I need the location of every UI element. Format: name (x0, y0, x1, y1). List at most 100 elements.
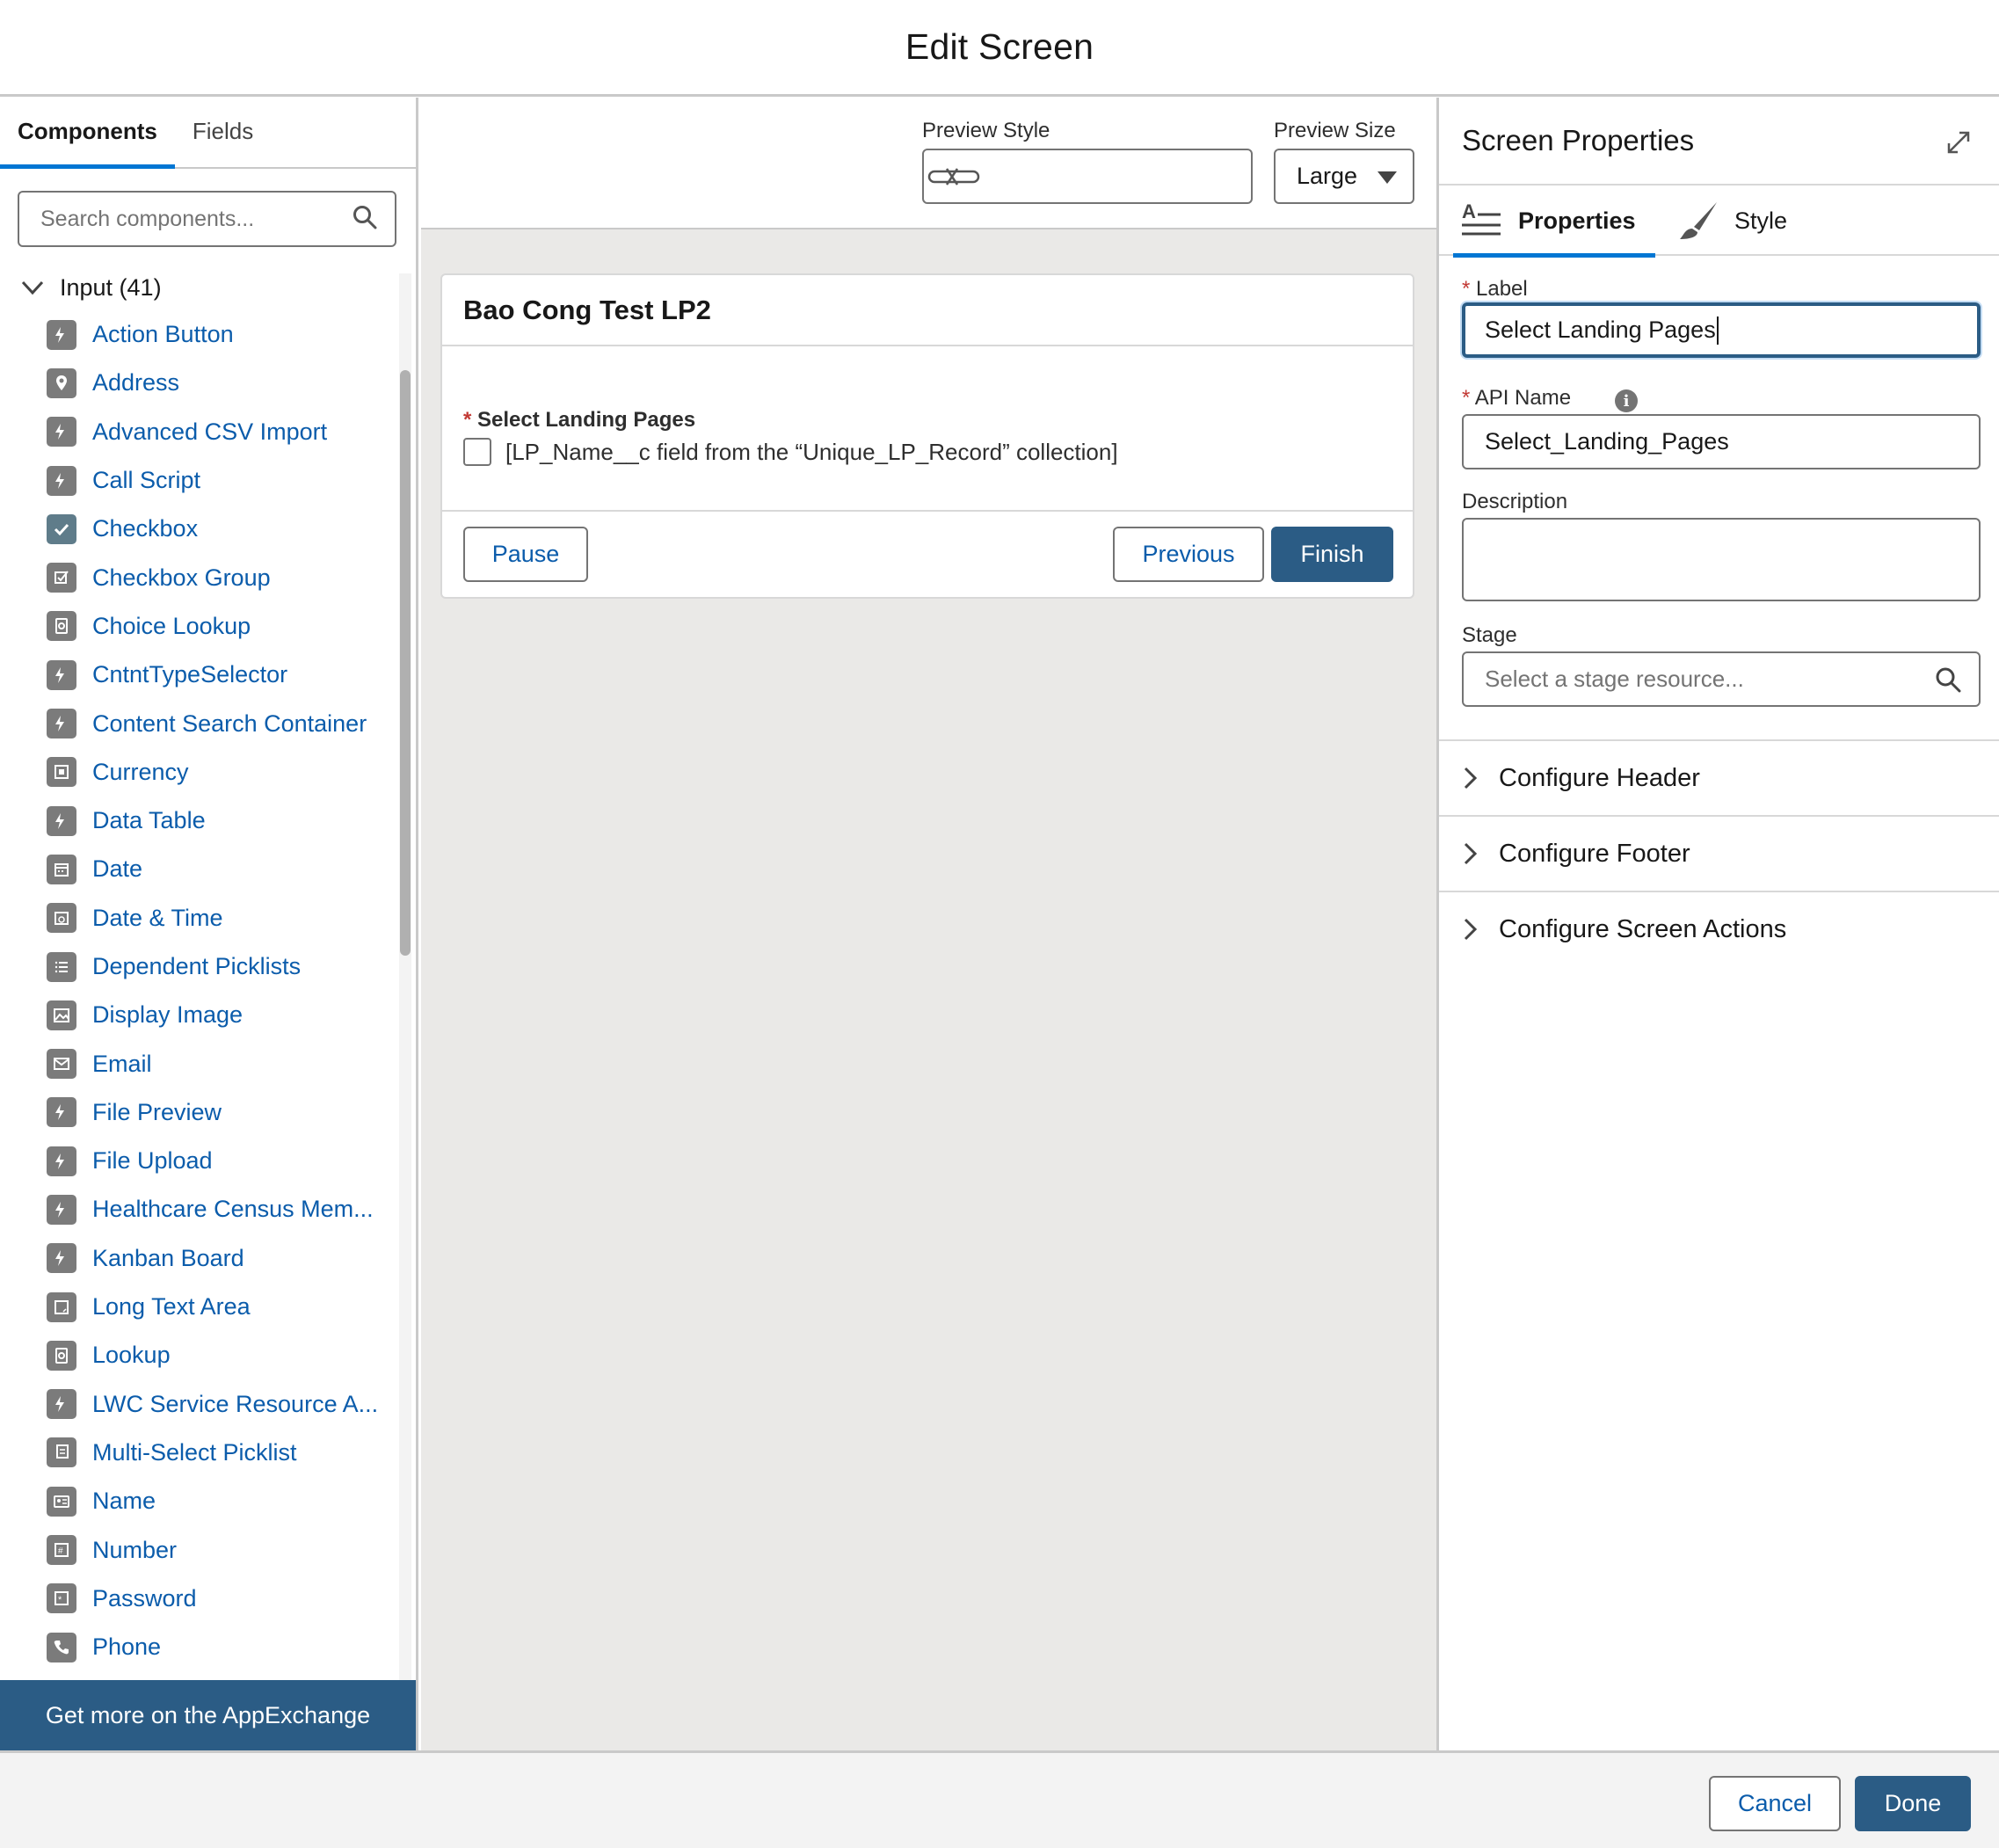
bolt-icon (47, 1243, 76, 1274)
image-icon (47, 1000, 76, 1030)
component-item-label: Choice Lookup (92, 612, 251, 639)
email-icon (47, 1049, 76, 1080)
component-item-label: Kanban Board (92, 1244, 244, 1271)
component-item[interactable]: Choice Lookup (0, 602, 396, 651)
scrollbar[interactable] (399, 273, 411, 1742)
finish-button[interactable]: Finish (1271, 527, 1393, 582)
component-item[interactable]: Date (0, 845, 396, 893)
component-item[interactable]: # Number (0, 1525, 396, 1574)
component-item[interactable]: Address (0, 359, 396, 407)
component-item[interactable]: Action Button (0, 310, 396, 359)
api-name-input[interactable]: Select_Landing_Pages (1462, 414, 1981, 469)
properties-icon: A (1462, 200, 1501, 236)
previous-button[interactable]: Previous (1113, 527, 1264, 582)
description-textarea[interactable] (1462, 518, 1981, 601)
component-item[interactable]: Healthcare Census Mem... (0, 1185, 396, 1233)
section-configure-header[interactable]: Configure Header (1439, 739, 1999, 815)
component-item[interactable]: Content Search Container (0, 699, 396, 747)
expand-icon[interactable] (1944, 127, 1974, 157)
preview-size-select[interactable]: Large (1274, 149, 1414, 204)
text-cursor (1716, 316, 1719, 345)
component-item[interactable]: Email (0, 1039, 396, 1088)
preview-style-icon (927, 167, 980, 186)
cancel-button[interactable]: Cancel (1709, 1776, 1841, 1831)
component-item-label: Content Search Container (92, 709, 367, 737)
calendar-icon (47, 854, 76, 884)
label-input[interactable]: Select Landing Pages (1462, 302, 1981, 358)
component-item-label: Healthcare Census Mem... (92, 1196, 374, 1223)
group-input-toggle[interactable]: Input (41) (0, 265, 396, 310)
tab-fields[interactable]: Fields (175, 98, 271, 167)
component-item[interactable]: Multi-Select Picklist (0, 1429, 396, 1477)
component-item[interactable]: Checkbox Group (0, 553, 396, 601)
chevron-down-icon (21, 280, 44, 295)
component-item[interactable]: Lookup (0, 1331, 396, 1379)
datetime-icon (47, 903, 76, 934)
component-item[interactable]: Phone (0, 1623, 396, 1671)
section-configure-footer[interactable]: Configure Footer (1439, 815, 1999, 891)
scrollbar-thumb[interactable] (400, 370, 411, 956)
checkbox-group-label: * Select Landing Pages (463, 408, 695, 433)
component-item-label: Display Image (92, 1001, 244, 1029)
component-item[interactable]: Dependent Picklists (0, 942, 396, 991)
svg-text:#: # (58, 1546, 63, 1556)
component-item[interactable]: Date & Time (0, 894, 396, 942)
info-icon[interactable]: i (1615, 389, 1638, 412)
lookup-icon (47, 1340, 76, 1371)
tab-style[interactable]: Style (1678, 186, 1787, 256)
tab-properties[interactable]: A Properties (1453, 186, 1655, 258)
component-item[interactable]: Call Script (0, 456, 396, 505)
check-icon (47, 513, 76, 544)
description-field-label: Description (1462, 490, 1568, 513)
preview-style-select[interactable] (922, 149, 1253, 204)
component-item[interactable]: Currency (0, 748, 396, 797)
bolt-icon (47, 659, 76, 690)
component-item[interactable]: Long Text Area (0, 1283, 396, 1331)
chevron-right-icon (1464, 918, 1478, 941)
checkbox-option[interactable]: [LP_Name__c field from the “Unique_LP_Re… (463, 438, 1118, 466)
component-item-label: Long Text Area (92, 1293, 251, 1321)
component-item[interactable]: Advanced CSV Import (0, 408, 396, 456)
screen-canvas: Preview Style Preview Size Large Bao Con… (421, 98, 1436, 1750)
component-item[interactable]: Data Table (0, 797, 396, 845)
component-item[interactable]: Display Image (0, 991, 396, 1039)
section-configure-screen-actions[interactable]: Configure Screen Actions (1439, 891, 1999, 966)
appexchange-link[interactable]: Get more on the AppExchange (0, 1680, 416, 1750)
component-item-label: File Upload (92, 1147, 213, 1175)
component-item[interactable]: File Preview (0, 1088, 396, 1137)
screen-preview-card[interactable]: Bao Cong Test LP2 * Select Landing Pages… (440, 273, 1414, 599)
stage-search-input[interactable]: Select a stage resource... (1462, 651, 1981, 707)
component-item-label: Currency (92, 758, 189, 785)
screen-properties-panel: Screen Properties A Properties Style * L… (1436, 98, 1999, 1750)
component-item[interactable]: CntntTypeSelector (0, 651, 396, 699)
section-configure-header-label: Configure Header (1499, 763, 1700, 792)
pause-button[interactable]: Pause (463, 527, 588, 582)
password-icon: * (47, 1583, 76, 1614)
modal-header: Edit Screen (0, 0, 1999, 97)
component-item[interactable]: * Password (0, 1575, 396, 1623)
properties-tabs: A Properties Style (1439, 184, 1999, 258)
panel-title: Screen Properties (1462, 124, 1695, 156)
search-components-input[interactable]: Search components... (18, 191, 396, 247)
component-item[interactable]: Checkbox (0, 505, 396, 553)
bolt-icon (47, 1097, 76, 1128)
required-marker: * (1462, 277, 1471, 301)
component-item-label: Action Button (92, 321, 234, 348)
component-item[interactable]: File Upload (0, 1137, 396, 1185)
bolt-icon (47, 319, 76, 350)
checkbox[interactable] (463, 438, 491, 466)
component-item-label: Multi-Select Picklist (92, 1438, 297, 1466)
component-item-label: Call Script (92, 467, 201, 494)
group-input-label: Input (41) (60, 273, 162, 301)
caret-down-icon (1377, 171, 1397, 184)
label-field-label: * Label (1462, 277, 1528, 302)
component-item[interactable]: LWC Service Resource A... (0, 1380, 396, 1429)
done-button[interactable]: Done (1855, 1776, 1971, 1831)
bolt-icon (47, 465, 76, 496)
preview-size-label: Preview Size (1274, 119, 1396, 142)
component-item[interactable]: Name (0, 1477, 396, 1525)
component-item[interactable]: Kanban Board (0, 1234, 396, 1283)
component-item-label: Password (92, 1584, 197, 1612)
checkbox-group-icon (47, 563, 76, 593)
tab-components[interactable]: Components (0, 98, 175, 169)
